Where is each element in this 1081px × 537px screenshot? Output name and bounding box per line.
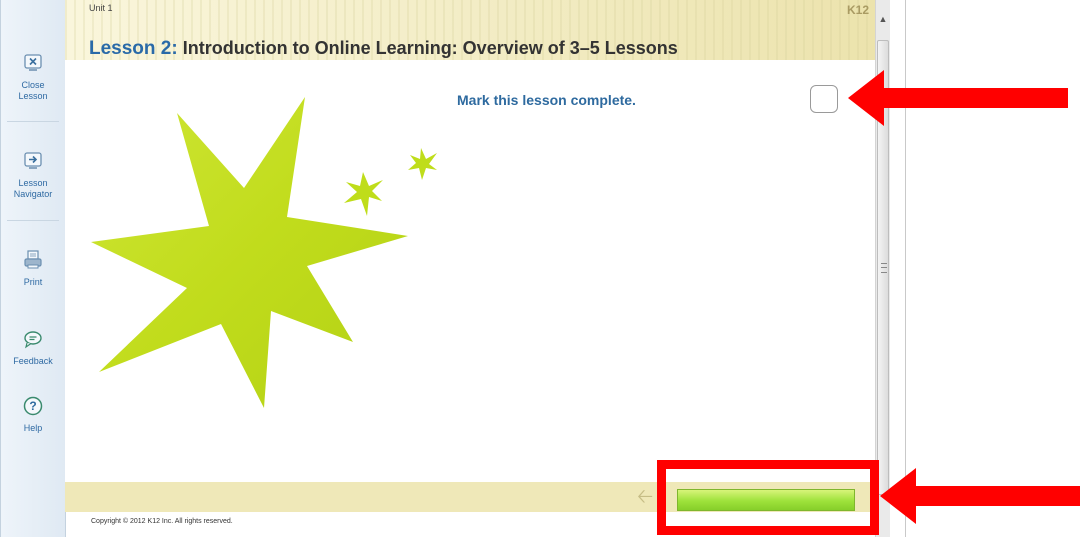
page-title: Lesson 2: Introduction to Online Learnin… xyxy=(89,38,678,60)
unit-label: Unit 1 xyxy=(89,3,113,13)
sidebar-item-feedback[interactable]: Feedback xyxy=(1,328,65,367)
scroll-up-icon[interactable]: ▲ xyxy=(876,12,890,26)
annotation-arrow-progress xyxy=(880,468,1080,524)
sidebar-item-label: Feedback xyxy=(13,356,53,366)
print-icon xyxy=(24,250,42,269)
annotation-arrow-checkbox xyxy=(848,70,1068,126)
mark-complete-checkbox[interactable] xyxy=(810,85,838,113)
svg-text:?: ? xyxy=(29,399,36,413)
sidebar-item-print[interactable]: Print xyxy=(1,249,65,288)
feedback-icon xyxy=(24,331,42,349)
sidebar-item-close-lesson[interactable]: Close Lesson xyxy=(1,52,65,102)
lesson-window: Close Lesson Lesson Navigator Print Feed… xyxy=(0,0,906,537)
sidebar: Close Lesson Lesson Navigator Print Feed… xyxy=(0,0,66,537)
sidebar-item-label: Lesson xyxy=(18,178,48,188)
sidebar-item-label: Lesson xyxy=(18,91,48,101)
lesson-content: Mark this lesson complete. xyxy=(65,60,875,482)
lesson-number: Lesson 2: xyxy=(89,38,178,59)
sidebar-item-label: Help xyxy=(23,423,43,433)
back-arrow-icon[interactable]: 🡠 xyxy=(637,487,653,507)
copyright-text: Copyright © 2012 K12 Inc. All rights res… xyxy=(91,518,233,525)
help-icon: ? xyxy=(23,396,43,416)
navigator-icon xyxy=(24,152,42,169)
tiny-star-shape xyxy=(408,148,437,180)
sidebar-divider xyxy=(7,220,59,221)
k12-logo: K12 xyxy=(846,3,869,17)
annotation-highlight-box xyxy=(657,460,879,535)
lesson-header: Unit 1 K12 Lesson 2: Introduction to Onl… xyxy=(65,0,875,60)
mark-complete-label: Mark this lesson complete. xyxy=(457,92,636,108)
sidebar-item-lesson-navigator[interactable]: Lesson Navigator xyxy=(1,150,65,200)
sidebar-item-label: Close xyxy=(21,80,45,90)
sidebar-item-label: Print xyxy=(23,277,43,287)
sidebar-divider xyxy=(7,121,59,122)
small-star-shape xyxy=(344,172,383,216)
lesson-title-text: Introduction to Online Learning: Overvie… xyxy=(177,38,678,58)
large-star-shape xyxy=(91,97,408,408)
scroll-grip-icon xyxy=(881,263,887,273)
star-illustration xyxy=(91,97,437,408)
close-lesson-icon xyxy=(24,54,42,71)
sidebar-item-label: Navigator xyxy=(13,189,53,199)
sidebar-item-help[interactable]: ? Help xyxy=(1,395,65,434)
